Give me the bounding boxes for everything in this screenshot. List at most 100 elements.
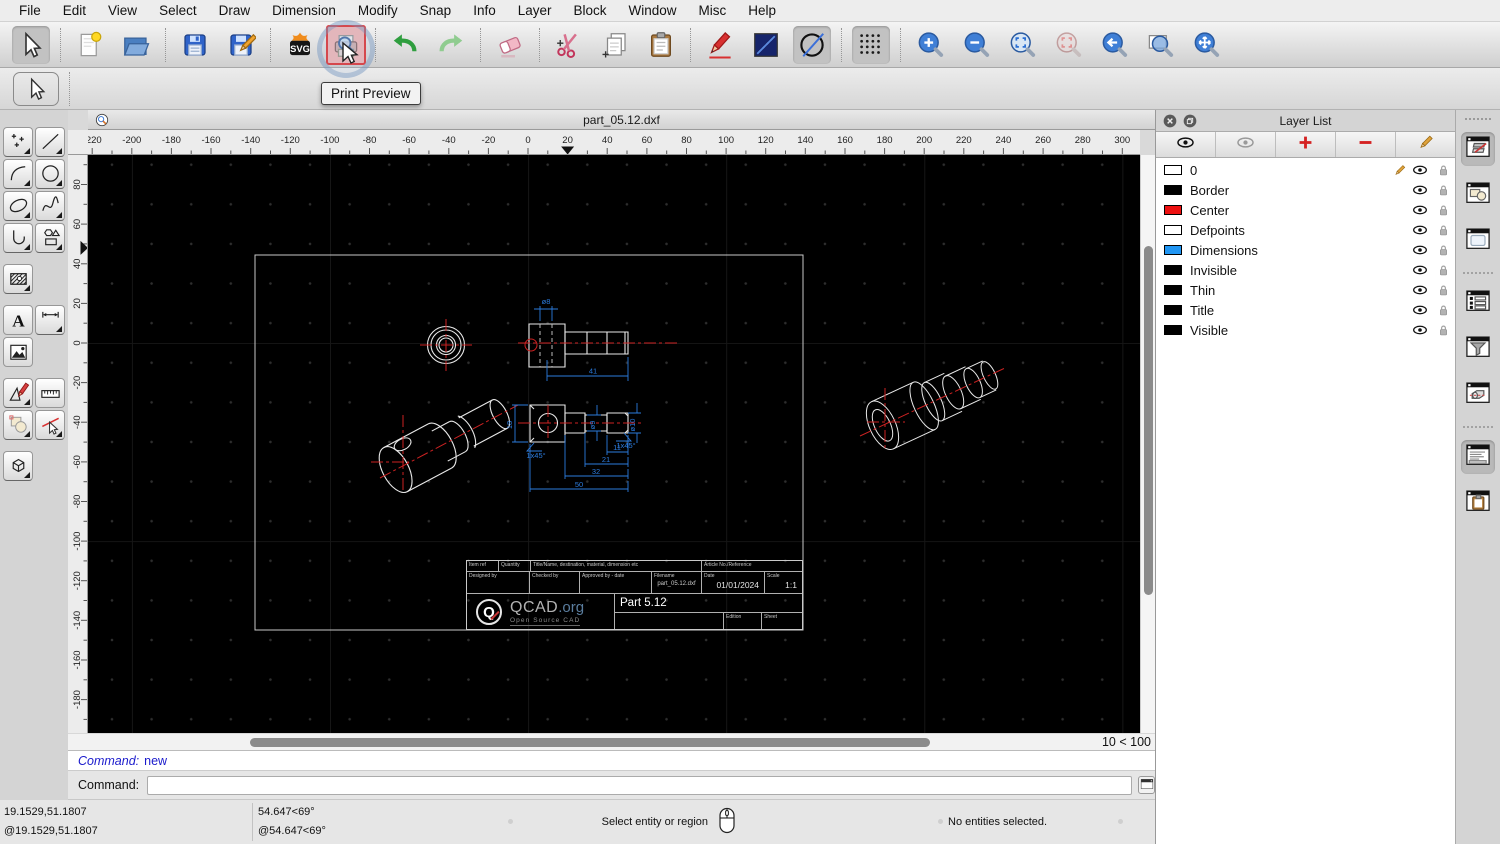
layer-row-Invisible[interactable]: Invisible — [1156, 260, 1455, 280]
layer-visibility-eye-icon[interactable] — [1412, 202, 1428, 218]
circle-tools-button[interactable] — [35, 159, 65, 189]
command-line-toggle-button[interactable] — [1461, 440, 1495, 474]
layer-visibility-eye-icon[interactable] — [1412, 242, 1428, 258]
spline-tools-button[interactable] — [35, 191, 65, 221]
layer-row-Thin[interactable]: Thin — [1156, 280, 1455, 300]
edit-layer-button[interactable] — [1396, 132, 1455, 157]
selection-tool-button[interactable] — [12, 25, 50, 64]
menu-snap[interactable]: Snap — [409, 0, 463, 22]
command-input[interactable] — [147, 775, 1133, 795]
undo-button[interactable] — [386, 26, 424, 64]
menu-edit[interactable]: Edit — [52, 0, 97, 22]
zoom-in-button[interactable] — [911, 26, 949, 64]
construction-mode-button[interactable] — [793, 25, 831, 64]
layer-visibility-eye-icon[interactable] — [1412, 282, 1428, 298]
menu-info[interactable]: Info — [462, 0, 507, 22]
layer-lock-icon[interactable] — [1436, 163, 1451, 178]
hide-all-layers-button[interactable] — [1216, 132, 1276, 157]
layer-row-0[interactable]: 0 — [1156, 160, 1455, 180]
save-drawing-button[interactable] — [176, 26, 214, 64]
pan-zoom-button[interactable] — [1187, 26, 1225, 64]
select-tools-button[interactable] — [35, 410, 65, 440]
vertical-scrollbar[interactable] — [1140, 155, 1155, 733]
grid-toggle-button[interactable] — [852, 25, 890, 64]
shape-tools-button[interactable] — [35, 223, 65, 253]
remove-layer-button[interactable] — [1336, 132, 1396, 157]
hscroll-thumb[interactable] — [250, 738, 930, 747]
open-drawing-button[interactable] — [117, 26, 155, 64]
layer-lock-icon[interactable] — [1436, 303, 1451, 318]
arc-tools-button[interactable] — [3, 159, 33, 189]
hatch-tool-button[interactable] — [3, 264, 33, 294]
drawing-canvas[interactable]: ø8 41 18 ø9 ø10 1x45° 1x45° 11 21 32 50 … — [88, 155, 1140, 733]
svg-export-button[interactable]: SVG — [281, 26, 319, 64]
layer-row-Dimensions[interactable]: Dimensions — [1156, 240, 1455, 260]
layer-visibility-eye-icon[interactable] — [1412, 162, 1428, 178]
paste-button[interactable] — [642, 26, 680, 64]
command-options-button[interactable] — [1138, 776, 1155, 794]
cut-button[interactable] — [550, 26, 588, 64]
menu-layer[interactable]: Layer — [507, 0, 563, 22]
layer-lock-icon[interactable] — [1436, 323, 1451, 338]
polyline-tools-button[interactable] — [3, 223, 33, 253]
layer-row-Visible[interactable]: Visible — [1156, 320, 1455, 340]
menu-window[interactable]: Window — [618, 0, 688, 22]
viewport-tools-button[interactable] — [3, 451, 33, 481]
library-browser-toggle-button[interactable] — [1461, 378, 1495, 412]
window-zoom-button[interactable] — [1141, 26, 1179, 64]
layer-lock-icon[interactable] — [1436, 283, 1451, 298]
layer-visibility-eye-icon[interactable] — [1412, 182, 1428, 198]
draw-order-button[interactable] — [701, 26, 739, 64]
delete-entities-button[interactable] — [491, 26, 529, 64]
layer-lock-icon[interactable] — [1436, 203, 1451, 218]
layer-row-Title[interactable]: Title — [1156, 300, 1455, 320]
document-titlebar[interactable]: part_05.12.dxf — [88, 110, 1155, 130]
menu-file[interactable]: File — [8, 0, 52, 22]
block-list-toggle-button[interactable] — [1461, 178, 1495, 212]
layer-panel-header[interactable]: Layer List — [1156, 110, 1455, 132]
image-tool-button[interactable] — [3, 337, 33, 367]
close-panel-icon[interactable] — [1162, 113, 1178, 129]
layer-lock-icon[interactable] — [1436, 263, 1451, 278]
float-panel-icon[interactable] — [1182, 113, 1198, 129]
layer-visibility-eye-icon[interactable] — [1412, 302, 1428, 318]
layer-visibility-eye-icon[interactable] — [1412, 222, 1428, 238]
measure-tools-button[interactable] — [35, 378, 65, 408]
menu-block[interactable]: Block — [563, 0, 618, 22]
layer-row-Border[interactable]: Border — [1156, 180, 1455, 200]
layer-row-Center[interactable]: Center — [1156, 200, 1455, 220]
selection-filter-toggle-button[interactable] — [1461, 332, 1495, 366]
layer-lock-icon[interactable] — [1436, 223, 1451, 238]
sketch-tools-button[interactable] — [3, 378, 33, 408]
vscroll-thumb[interactable] — [1144, 246, 1153, 595]
add-layer-button[interactable] — [1276, 132, 1336, 157]
redo-button[interactable] — [432, 26, 470, 64]
zoom-out-button[interactable] — [957, 26, 995, 64]
menu-view[interactable]: View — [97, 0, 148, 22]
point-tools-button[interactable] — [3, 127, 33, 157]
layer-visibility-eye-icon[interactable] — [1412, 322, 1428, 338]
menu-select[interactable]: Select — [148, 0, 208, 22]
clipboard-toggle-button[interactable] — [1461, 486, 1495, 520]
save-drawing-as-button[interactable] — [222, 26, 260, 64]
dimension-tools-button[interactable] — [35, 305, 65, 335]
copy-button[interactable] — [596, 26, 634, 64]
ellipse-tools-button[interactable] — [3, 191, 33, 221]
print-preview-button[interactable]: Print Preview — [317, 20, 421, 105]
property-editor-toggle-button[interactable] — [1461, 286, 1495, 320]
new-drawing-button[interactable] — [71, 26, 109, 64]
menu-modify[interactable]: Modify — [347, 0, 409, 22]
layer-row-Defpoints[interactable]: Defpoints — [1156, 220, 1455, 240]
layer-lock-icon[interactable] — [1436, 243, 1451, 258]
layer-lock-icon[interactable] — [1436, 183, 1451, 198]
line-tools-button[interactable] — [35, 127, 65, 157]
previous-view-button[interactable] — [1095, 26, 1133, 64]
text-tool-button[interactable]: A — [3, 305, 33, 335]
layer-visibility-eye-icon[interactable] — [1412, 262, 1428, 278]
menu-draw[interactable]: Draw — [208, 0, 262, 22]
menu-misc[interactable]: Misc — [688, 0, 738, 22]
selection-pointer-button[interactable] — [13, 71, 59, 106]
view-list-toggle-button[interactable] — [1461, 224, 1495, 258]
line-settings-button[interactable] — [747, 26, 785, 64]
show-all-layers-button[interactable] — [1156, 132, 1216, 157]
